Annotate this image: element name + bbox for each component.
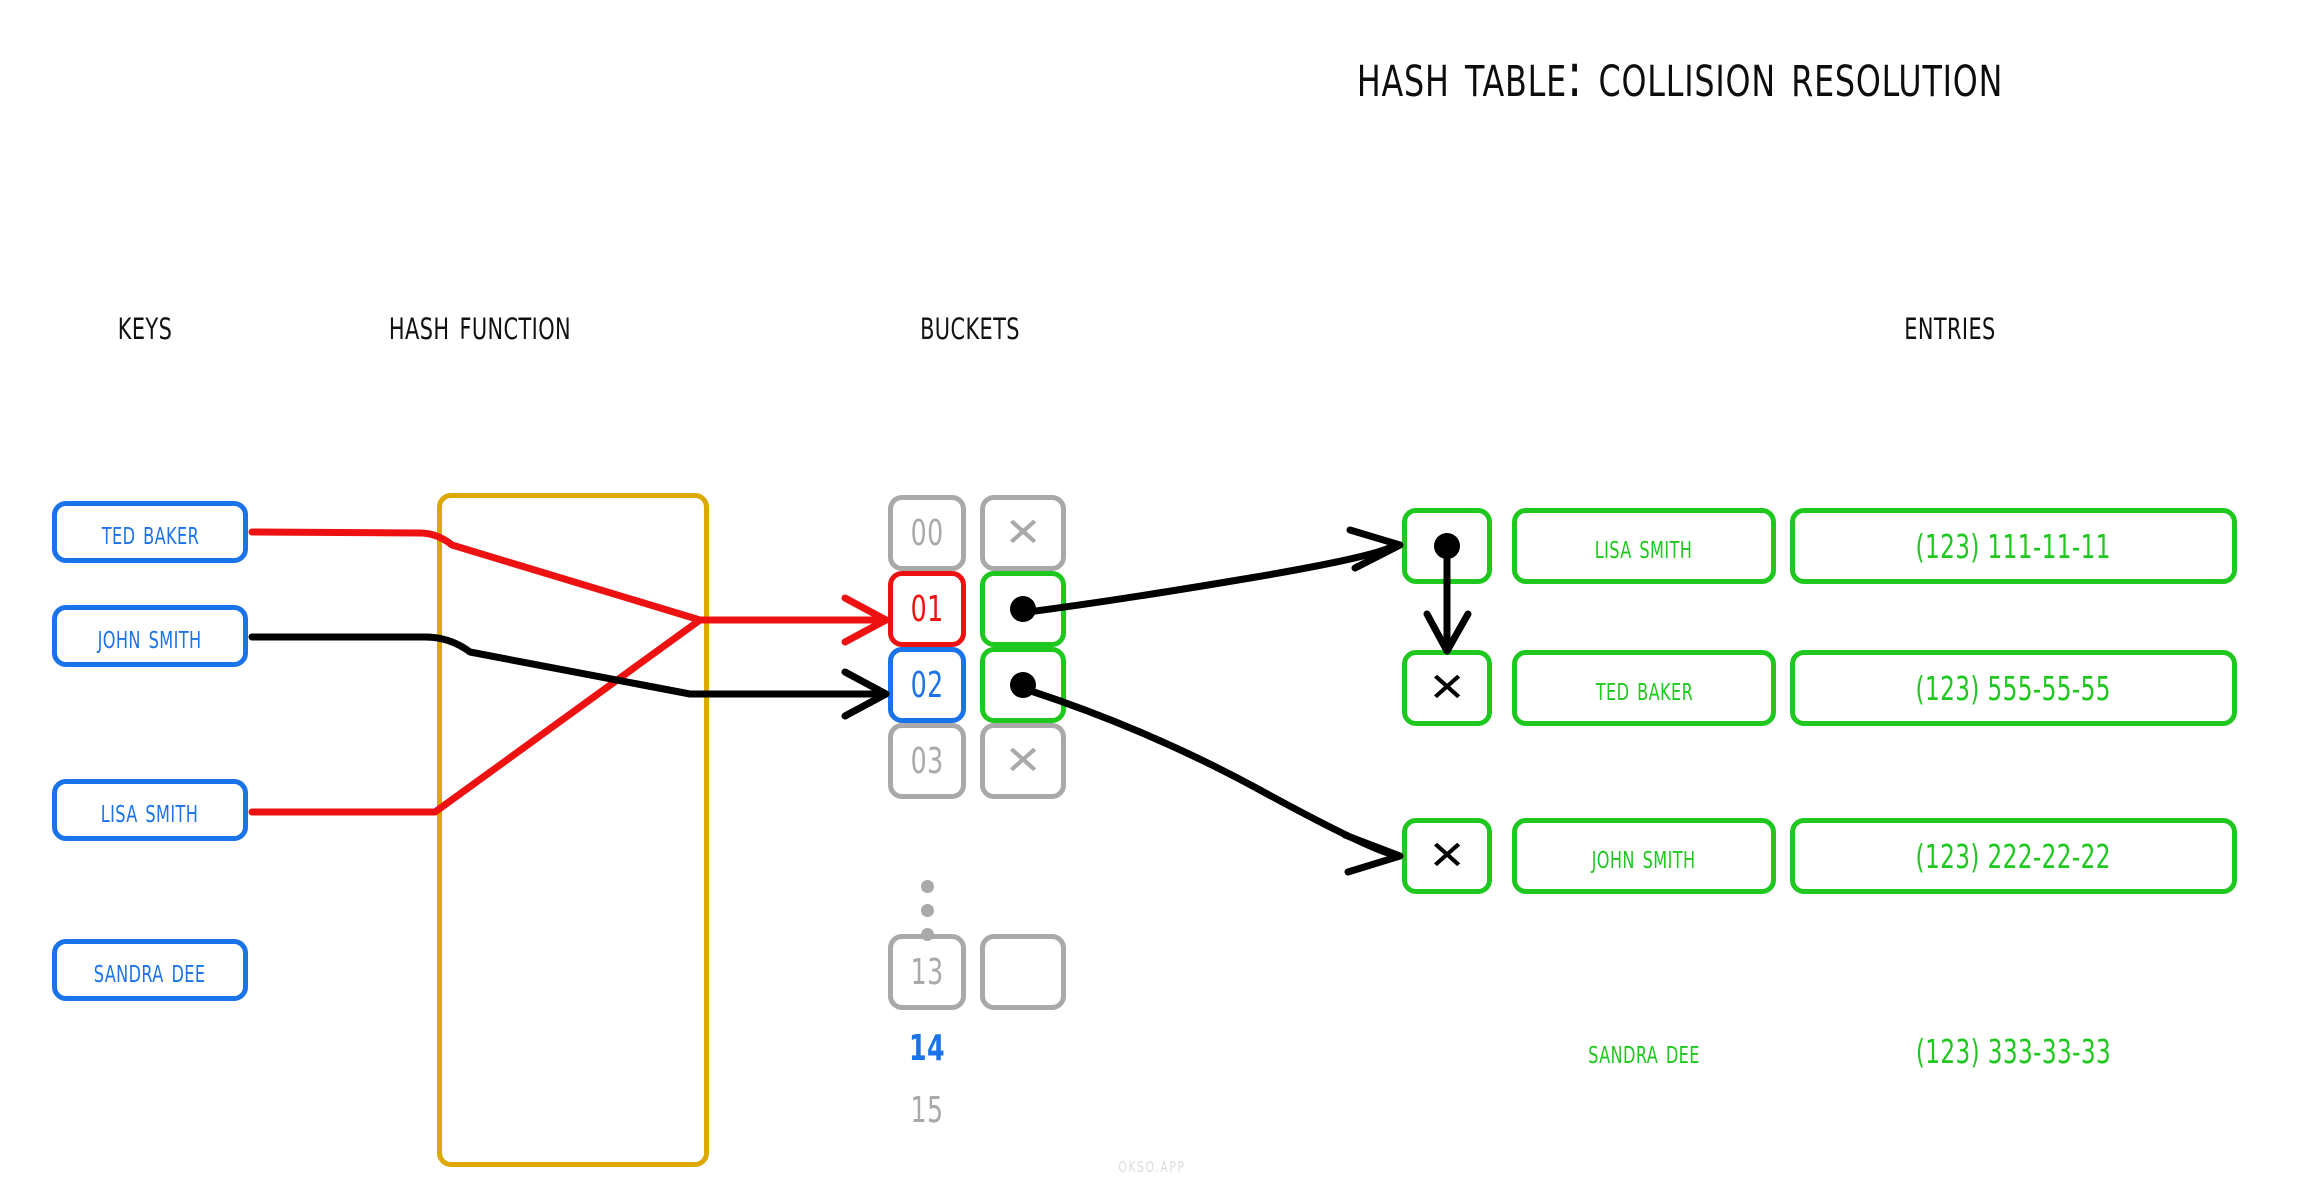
bucket-value-13[interactable] (980, 934, 1066, 1010)
entry-phone-label: (123) 555-55-55 (1915, 668, 2112, 708)
bucket-index-label: 03 (910, 740, 944, 782)
bucket-value-01[interactable] (980, 571, 1066, 647)
pointer-dot-icon (1010, 596, 1036, 622)
entry-name-lisa-smith[interactable]: Lisa Smith (1512, 508, 1776, 584)
page-title: Hash Table: Collision Resolution (1356, 38, 2004, 111)
entry-name-john-smith[interactable]: John Smith (1512, 818, 1776, 894)
bucket-index-label: 02 (910, 664, 944, 706)
bucket-index-13[interactable]: 13 (888, 934, 966, 1010)
column-header-entries: Entries (1904, 300, 1996, 349)
bucket-index-02[interactable]: 02 (888, 647, 966, 723)
bucket-index-03[interactable]: 03 (888, 723, 966, 799)
key-box-ted-baker[interactable]: Ted Baker (52, 501, 248, 563)
column-header-hash-function: Hash Function (388, 300, 572, 349)
key-label: John Smith (98, 616, 202, 656)
arrowhead-entry-lisa-smith (1346, 526, 1404, 572)
entry-name-sandra-dee: Sandra Dee (1588, 1032, 1700, 1071)
key-label: Ted Baker (101, 512, 199, 552)
x-mark-icon: ✕ (1004, 738, 1042, 784)
connector-overlay (248, 526, 1472, 876)
bucket-index-label: 00 (910, 512, 944, 554)
hash-function-box (437, 493, 709, 1167)
key-label: Sandra Dee (94, 950, 206, 990)
key-box-lisa-smith[interactable]: Lisa Smith (52, 779, 248, 841)
x-mark-icon: ✕ (1428, 665, 1466, 711)
bucket-index-label: 13 (910, 951, 944, 993)
arrowhead-next-ted-baker (1423, 610, 1472, 655)
bucket-index-label: 01 (910, 588, 944, 630)
arrowhead-entry-john-smith (1341, 831, 1404, 876)
entry-pointer-john-smith[interactable]: ✕ (1402, 818, 1492, 894)
diagram-canvas: Hash Table: Collision Resolution Keys Ha… (0, 0, 2323, 1196)
key-label: Lisa Smith (101, 790, 199, 830)
entry-phone-label: (123) 111-11-11 (1915, 526, 2112, 566)
entry-phone-lisa-smith[interactable]: (123) 111-11-11 (1790, 508, 2237, 584)
entry-phone-ted-baker[interactable]: (123) 555-55-55 (1790, 650, 2237, 726)
wire-bucket-02-to-entry-john-smith (1024, 686, 1399, 859)
bucket-index-15: 15 (910, 1090, 944, 1131)
arrowhead-bucket-02 (841, 668, 890, 720)
key-box-john-smith[interactable]: John Smith (52, 605, 248, 667)
buckets-ellipsis-icon (888, 880, 966, 941)
x-mark-icon: ✕ (1004, 510, 1042, 556)
entry-name-label: Ted Baker (1595, 668, 1693, 708)
entry-phone-label: (123) 222-22-22 (1915, 836, 2112, 876)
pointer-dot-icon (1010, 672, 1036, 698)
x-mark-icon: ✕ (1428, 833, 1466, 879)
column-header-buckets: Buckets (920, 300, 1020, 349)
column-header-keys: Keys (117, 300, 173, 349)
bucket-index-14: 14 (909, 1028, 945, 1069)
entry-name-ted-baker[interactable]: Ted Baker (1512, 650, 1776, 726)
bucket-value-03[interactable]: ✕ (980, 723, 1066, 799)
bucket-value-02[interactable] (980, 647, 1066, 723)
wire-bucket-01-to-entry-lisa-smith (1024, 541, 1399, 616)
entry-phone-john-smith[interactable]: (123) 222-22-22 (1790, 818, 2237, 894)
bucket-index-00[interactable]: 00 (888, 495, 966, 571)
entry-pointer-lisa-smith[interactable] (1402, 508, 1492, 584)
pointer-dot-icon (1434, 533, 1460, 559)
bucket-index-01[interactable]: 01 (888, 571, 966, 647)
entry-name-label: John Smith (1592, 836, 1696, 876)
bucket-value-00[interactable]: ✕ (980, 495, 1066, 571)
entry-name-label: Lisa Smith (1595, 526, 1693, 566)
watermark: OKSO.APP (1118, 1158, 1186, 1176)
key-box-sandra-dee[interactable]: Sandra Dee (52, 939, 248, 1001)
entry-phone-sandra-dee: (123) 333-33-33 (1915, 1032, 2112, 1071)
arrowhead-bucket-01 (841, 594, 890, 646)
entry-pointer-ted-baker[interactable]: ✕ (1402, 650, 1492, 726)
